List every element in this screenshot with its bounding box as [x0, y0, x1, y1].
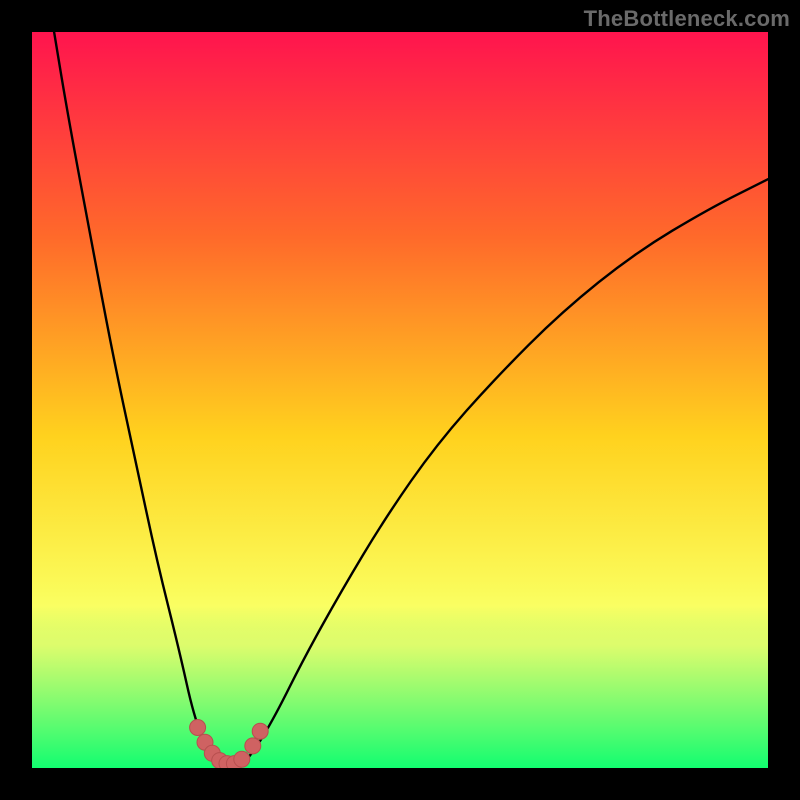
watermark-text: TheBottleneck.com [584, 6, 790, 32]
bottleneck-chart-svg [32, 32, 768, 768]
curve-marker [245, 738, 261, 754]
plot-area [32, 32, 768, 768]
chart-frame: TheBottleneck.com [0, 0, 800, 800]
curve-marker [234, 751, 250, 767]
green-haze-band [32, 592, 768, 768]
curve-marker [252, 723, 268, 739]
curve-marker [190, 720, 206, 736]
